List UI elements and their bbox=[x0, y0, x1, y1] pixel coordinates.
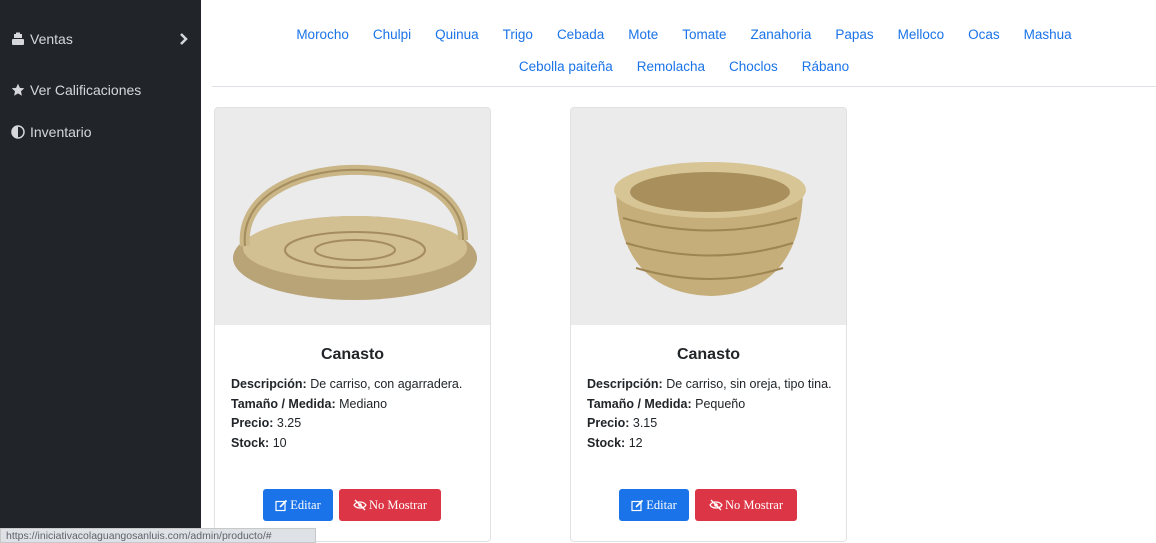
sidebar-item-label: Ventas bbox=[30, 31, 73, 47]
product-card: Canasto Descripción: De carriso, con aga… bbox=[214, 107, 491, 542]
description-value: De carriso, con agarradera. bbox=[310, 377, 463, 391]
stock-value: 10 bbox=[272, 435, 287, 450]
product-stock: Stock: 10 bbox=[231, 434, 476, 454]
category-link[interactable]: Tomate bbox=[670, 27, 738, 42]
edit-icon bbox=[275, 499, 288, 512]
category-nav-row-1: Morocho Chulpi Quinua Trigo Cebada Mote … bbox=[212, 27, 1156, 42]
category-link[interactable]: Zanahoria bbox=[739, 27, 824, 42]
category-link[interactable]: Ocas bbox=[956, 27, 1012, 42]
size-label: Tamaño / Medida: bbox=[587, 396, 692, 411]
eye-slash-icon bbox=[709, 499, 723, 511]
edit-icon bbox=[631, 499, 644, 512]
category-link[interactable]: Melloco bbox=[886, 27, 957, 42]
category-link[interactable]: Cebada bbox=[545, 27, 616, 42]
price-label: Precio: bbox=[587, 416, 630, 430]
category-link[interactable]: Cebolla paiteña bbox=[507, 59, 625, 74]
stock-label: Stock: bbox=[231, 435, 270, 450]
product-title: Canasto bbox=[320, 346, 385, 363]
size-value: Pequeño bbox=[695, 396, 746, 411]
sidebar-item-calificaciones[interactable]: Ver Calificaciones bbox=[11, 79, 189, 101]
sidebar-item-label: Ver Calificaciones bbox=[30, 82, 142, 98]
product-card: Canasto Descripción: De carriso, sin ore… bbox=[570, 107, 847, 542]
sidebar-item-label: Inventario bbox=[30, 124, 92, 140]
product-size: Tamaño / Medida: Pequeño bbox=[587, 395, 832, 415]
category-link[interactable]: Choclos bbox=[717, 59, 790, 74]
product-description: Descripción: De carriso, sin oreja, tipo… bbox=[587, 375, 832, 395]
stock-label: Stock: bbox=[587, 435, 626, 450]
edit-button-label: Editar bbox=[290, 497, 321, 512]
sidebar: Ventas Ver Calificaciones Inventario bbox=[0, 0, 201, 543]
price-label: Precio: bbox=[231, 416, 274, 430]
product-price: Precio: 3.25 bbox=[231, 414, 476, 434]
stock-value: 12 bbox=[628, 435, 643, 450]
chevron-right-icon bbox=[179, 32, 189, 49]
description-label: Descripción: bbox=[231, 377, 307, 391]
product-details: Descripción: De carriso, sin oreja, tipo… bbox=[587, 375, 832, 453]
size-value: Mediano bbox=[339, 396, 388, 411]
category-link[interactable]: Remolacha bbox=[625, 59, 717, 74]
cash-register-icon bbox=[11, 32, 25, 46]
hide-button[interactable]: No Mostrar bbox=[339, 489, 441, 521]
eye-slash-icon bbox=[353, 499, 367, 511]
hide-button-label: No Mostrar bbox=[725, 497, 783, 512]
category-link[interactable]: Papas bbox=[823, 27, 885, 42]
status-bar-url: https://iniciativacolaguangosanluis.com/… bbox=[0, 528, 316, 543]
edit-button-label: Editar bbox=[646, 497, 677, 512]
category-nav-row-2: Cebolla paiteña Remolacha Choclos Rábano bbox=[212, 59, 1156, 74]
category-link[interactable]: Mashua bbox=[1012, 27, 1084, 42]
product-description: Descripción: De carriso, con agarradera. bbox=[231, 375, 476, 395]
description-label: Descripción: bbox=[587, 377, 663, 391]
category-link[interactable]: Rábano bbox=[790, 59, 861, 74]
product-image bbox=[571, 108, 846, 325]
sidebar-item-ventas[interactable]: Ventas bbox=[11, 28, 189, 50]
category-link[interactable]: Morocho bbox=[284, 27, 361, 42]
price-value: 3.15 bbox=[632, 416, 658, 430]
category-link[interactable]: Trigo bbox=[491, 27, 545, 42]
category-link[interactable]: Mote bbox=[616, 27, 670, 42]
product-title: Canasto bbox=[676, 346, 741, 363]
category-link[interactable]: Quinua bbox=[423, 27, 491, 42]
star-icon bbox=[11, 83, 25, 97]
product-image bbox=[215, 108, 490, 325]
hide-button-label: No Mostrar bbox=[369, 497, 427, 512]
category-link[interactable]: Chulpi bbox=[361, 27, 423, 42]
category-nav: Morocho Chulpi Quinua Trigo Cebada Mote … bbox=[212, 0, 1156, 87]
hide-button[interactable]: No Mostrar bbox=[695, 489, 797, 521]
edit-button[interactable]: Editar bbox=[619, 489, 689, 521]
half-circle-icon bbox=[11, 125, 25, 139]
size-label: Tamaño / Medida: bbox=[231, 396, 336, 411]
product-stock: Stock: 12 bbox=[587, 434, 832, 454]
description-value: De carriso, sin oreja, tipo tina. bbox=[666, 377, 832, 391]
product-size: Tamaño / Medida: Mediano bbox=[231, 395, 476, 415]
sidebar-item-inventario[interactable]: Inventario bbox=[11, 121, 189, 143]
edit-button[interactable]: Editar bbox=[263, 489, 333, 521]
price-value: 3.25 bbox=[276, 416, 302, 430]
product-details: Descripción: De carriso, con agarradera.… bbox=[231, 375, 476, 453]
product-price: Precio: 3.15 bbox=[587, 414, 832, 434]
